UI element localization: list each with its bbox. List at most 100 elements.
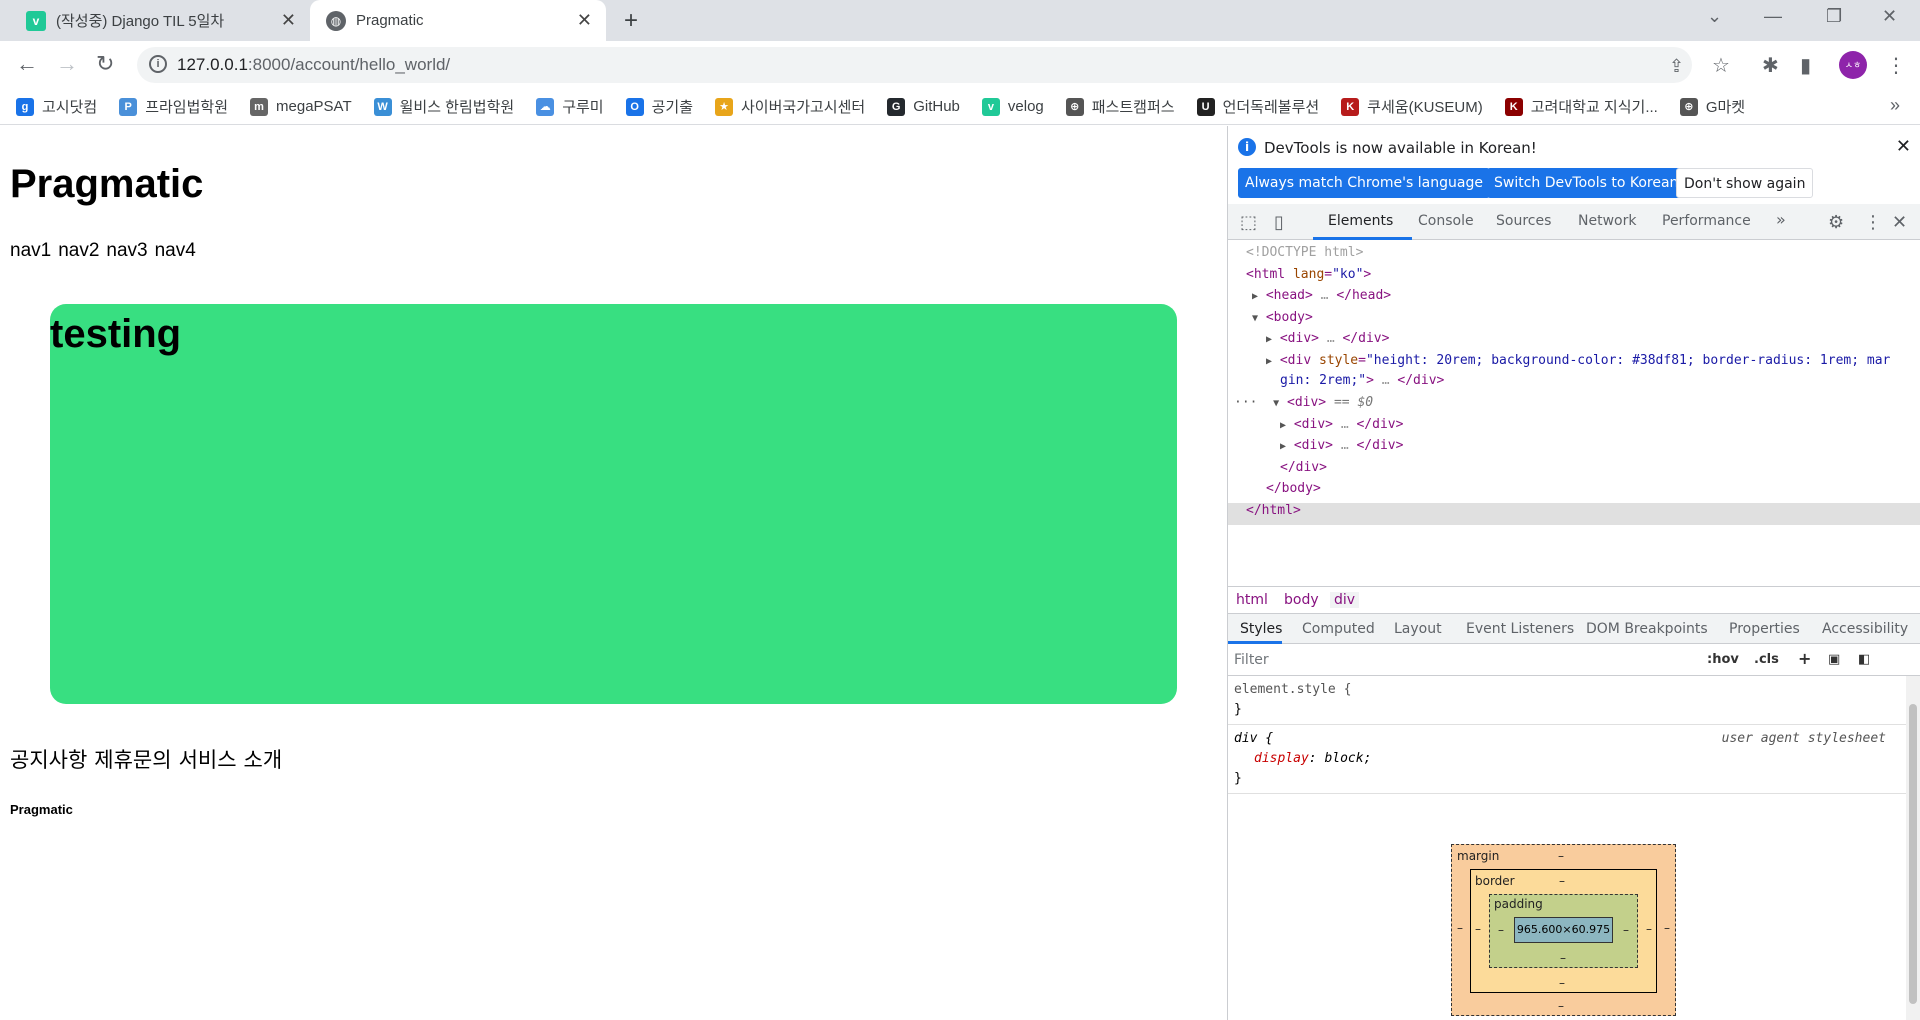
- language-banner: i DevTools is now available in Korean! ✕…: [1228, 126, 1920, 200]
- dom-div-child-1[interactable]: ▶ <div> … </div>: [1280, 414, 1403, 437]
- settings-icon[interactable]: ⚙: [1828, 212, 1844, 233]
- close-tab-icon[interactable]: ✕: [577, 10, 592, 31]
- dom-doctype[interactable]: <!DOCTYPE html>: [1246, 242, 1363, 264]
- footer-links: 공지사항 제휴문의 서비스 소개: [10, 744, 289, 774]
- bookmark-label: 쿠세움(KUSEUM): [1367, 99, 1483, 116]
- forward-button[interactable]: →: [56, 51, 78, 77]
- filter-input[interactable]: Filter: [1234, 652, 1269, 668]
- share-icon[interactable]: ⇪: [1669, 56, 1684, 77]
- tab-velog[interactable]: v (작성중) Django TIL 5일차 ✕: [14, 0, 310, 41]
- hov-button[interactable]: :hov: [1707, 652, 1739, 667]
- paint-icon[interactable]: ▣: [1828, 652, 1840, 667]
- match-language-button[interactable]: Always match Chrome's language: [1238, 168, 1490, 198]
- bookmark-favicon-icon: G: [887, 97, 906, 116]
- tab-elements[interactable]: Elements: [1328, 213, 1393, 229]
- tab-layout[interactable]: Layout: [1394, 621, 1442, 637]
- address-bar[interactable]: i 127.0.0.1:8000/account/hello_world/ ⇪: [137, 47, 1692, 83]
- close-banner-icon[interactable]: ✕: [1896, 136, 1911, 157]
- rule-property[interactable]: display: block;: [1234, 749, 1902, 769]
- switch-korean-button[interactable]: Switch DevTools to Korean: [1487, 168, 1686, 198]
- menu-icon[interactable]: ⋮: [1886, 53, 1906, 78]
- style-rules: element.style { } div { user agent style…: [1228, 676, 1908, 794]
- tab-search-icon[interactable]: ⌄: [1707, 6, 1722, 27]
- bookmarks-overflow-icon[interactable]: »: [1890, 95, 1900, 116]
- dom-div-close: </div>: [1280, 460, 1327, 475]
- bookmark-favicon-icon: K: [1341, 97, 1360, 116]
- tab-properties[interactable]: Properties: [1729, 621, 1800, 637]
- devtools-panel: i DevTools is now available in Korean! ✕…: [1227, 126, 1920, 1020]
- dom-div-styled-cont: gin: 2rem;"> … </div>: [1280, 373, 1445, 388]
- tab-performance[interactable]: Performance: [1662, 213, 1751, 229]
- tab-dom-breakpoints[interactable]: DOM Breakpoints: [1586, 621, 1708, 637]
- scrollbar-thumb[interactable]: [1909, 704, 1917, 1004]
- info-icon: i: [1238, 138, 1256, 156]
- tab-styles[interactable]: Styles: [1240, 621, 1282, 637]
- dom-html[interactable]: <html lang="ko">: [1246, 264, 1371, 286]
- more-tabs-icon[interactable]: »: [1776, 210, 1786, 229]
- tab-pragmatic[interactable]: ◍ Pragmatic ✕: [310, 0, 606, 41]
- tab-accessibility[interactable]: Accessibility: [1822, 621, 1908, 637]
- bookmark-item[interactable]: K 고려대학교 지식기...: [1504, 96, 1658, 117]
- cls-button[interactable]: .cls: [1754, 652, 1779, 667]
- crumb-html[interactable]: html: [1236, 592, 1268, 608]
- device-toggle-icon[interactable]: ▯: [1274, 212, 1284, 233]
- side-panel-icon[interactable]: ▮: [1800, 53, 1811, 78]
- tab-strip: v (작성중) Django TIL 5일차 ✕ ◍ Pragmatic ✕ +…: [0, 0, 1920, 41]
- tab-event-listeners[interactable]: Event Listeners: [1466, 621, 1574, 637]
- new-tab-button[interactable]: +: [624, 7, 638, 35]
- extensions-icon[interactable]: ✱: [1762, 53, 1779, 78]
- bookmark-item[interactable]: K 쿠세움(KUSEUM): [1341, 96, 1483, 117]
- styles-scrollbar[interactable]: [1906, 676, 1920, 1020]
- bookmark-item[interactable]: U 언더독레볼루션: [1196, 96, 1319, 117]
- dom-head[interactable]: ▶ <head> … </head>: [1252, 285, 1391, 308]
- site-info-icon[interactable]: i: [149, 55, 167, 73]
- bookmark-item[interactable]: G GitHub: [887, 97, 960, 116]
- breadcrumb: html body div: [1228, 586, 1920, 614]
- bookmark-item[interactable]: W 윌비스 한림법학원: [373, 96, 515, 117]
- dom-body[interactable]: ▼ <body>: [1252, 307, 1313, 330]
- bookmark-item[interactable]: P 프라임법학원: [119, 96, 228, 117]
- bookmark-item[interactable]: ⊕ 패스트캠퍼스: [1065, 96, 1175, 117]
- crumb-body[interactable]: body: [1284, 592, 1319, 608]
- dom-div-selected[interactable]: ··· ▼ <div> == $0: [1234, 392, 1373, 415]
- url-host: 127.0.0.1: [177, 55, 248, 74]
- close-devtools-icon[interactable]: ✕: [1892, 212, 1907, 233]
- tab-console[interactable]: Console: [1418, 213, 1474, 229]
- inspect-icon[interactable]: ⬚: [1240, 212, 1257, 233]
- url-text[interactable]: 127.0.0.1:8000/account/hello_world/: [177, 55, 450, 75]
- bookmark-item[interactable]: m megaPSAT: [250, 97, 352, 116]
- margin-right: –: [1664, 921, 1670, 935]
- bookmark-item[interactable]: O 공기출: [625, 96, 693, 117]
- content-box: 965.600×60.975: [1514, 917, 1613, 943]
- close-tab-icon[interactable]: ✕: [281, 10, 296, 31]
- tab-sources[interactable]: Sources: [1496, 213, 1551, 229]
- tab-title: (작성중) Django TIL 5일차: [56, 13, 225, 30]
- kebab-menu-icon[interactable]: ⋮: [1864, 212, 1882, 233]
- bookmark-item[interactable]: ☁ 구루미: [536, 96, 604, 117]
- bookmark-star-icon[interactable]: ☆: [1712, 53, 1730, 78]
- dom-div-child-2[interactable]: ▶ <div> … </div>: [1280, 435, 1403, 458]
- bookmark-item[interactable]: g 고시닷컴: [16, 96, 97, 117]
- reload-button[interactable]: ↻: [96, 51, 114, 77]
- sidebar-toggle-icon[interactable]: ◧: [1858, 652, 1870, 667]
- bookmark-item[interactable]: v velog: [981, 97, 1044, 116]
- close-window-button[interactable]: ✕: [1882, 6, 1897, 27]
- crumb-div[interactable]: div: [1330, 592, 1360, 608]
- bookmark-label: 윌비스 한림법학원: [399, 99, 515, 116]
- minimize-button[interactable]: —: [1764, 6, 1782, 27]
- back-button[interactable]: ←: [16, 51, 38, 77]
- padding-left: –: [1498, 923, 1504, 937]
- bookmark-item[interactable]: ⊕ G마켓: [1679, 96, 1745, 117]
- dom-div-1[interactable]: ▶ <div> … </div>: [1266, 328, 1389, 351]
- new-rule-icon[interactable]: +: [1798, 649, 1811, 668]
- restore-button[interactable]: ❐: [1826, 6, 1842, 27]
- bookmark-favicon-icon: ⊕: [1679, 97, 1698, 116]
- tab-computed[interactable]: Computed: [1302, 621, 1375, 637]
- dont-show-button[interactable]: Don't show again: [1676, 168, 1814, 198]
- element-style-rule[interactable]: element.style { }: [1228, 676, 1908, 725]
- tab-network[interactable]: Network: [1578, 213, 1636, 229]
- bookmark-item[interactable]: ★ 사이버국가고시센터: [715, 96, 865, 117]
- padding-right: –: [1623, 923, 1629, 937]
- ua-div-rule[interactable]: div { user agent stylesheet display: blo…: [1228, 725, 1908, 794]
- profile-avatar[interactable]: ㅅㅎ: [1839, 51, 1867, 79]
